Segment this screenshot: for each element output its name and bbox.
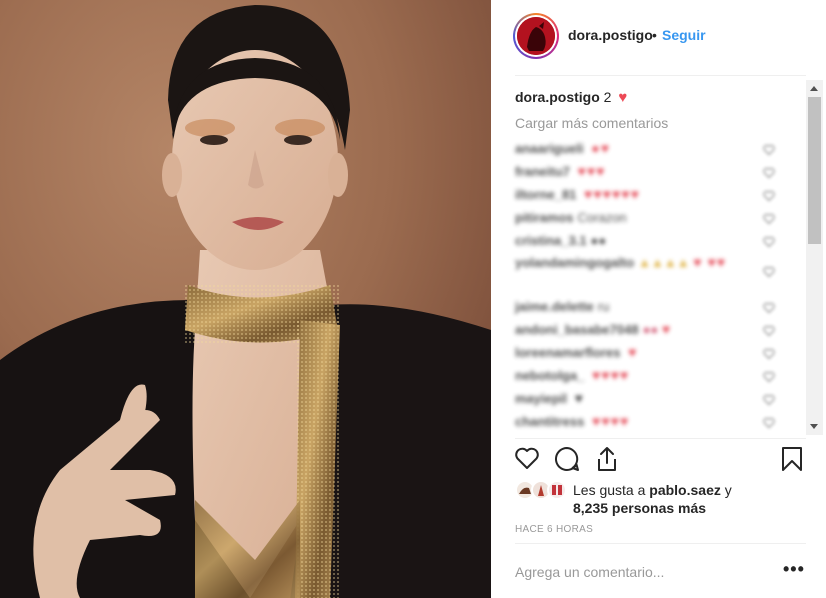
caption-username[interactable]: dora.postigo bbox=[515, 89, 600, 105]
scrollbar-thumb[interactable] bbox=[808, 97, 821, 244]
action-bar bbox=[491, 440, 826, 478]
liker-avatars[interactable] bbox=[515, 480, 571, 500]
comments-scrollbar[interactable] bbox=[806, 80, 823, 435]
comment-like-icon[interactable] bbox=[763, 236, 775, 247]
comment-like-icon[interactable] bbox=[763, 213, 775, 224]
comment-username[interactable]: mayiepil bbox=[515, 391, 567, 406]
comment-item: nebotolga_ ♥♥♥♥ bbox=[515, 364, 785, 387]
liker-username[interactable]: pablo.saez bbox=[649, 482, 721, 498]
comment-text: ●● bbox=[642, 322, 659, 337]
comment-emoji: ♥ bbox=[628, 344, 638, 360]
comment-like-icon[interactable] bbox=[763, 144, 775, 155]
comment-emoji: ♥ ♥♥ bbox=[693, 254, 727, 270]
load-more-comments-button[interactable]: Cargar más comentarios bbox=[515, 115, 668, 131]
comment-item: pitiramos Corazon bbox=[515, 206, 785, 229]
comment-username[interactable]: cristina_3.1 bbox=[515, 233, 587, 248]
comment-item: jaime.delette ru bbox=[515, 295, 785, 318]
comment-username[interactable]: nebotolga_ bbox=[515, 368, 584, 383]
post-photo[interactable] bbox=[0, 0, 491, 598]
comment-list: anaarigueli ●♥ franeitu7 ♥♥♥ iltorne_81 … bbox=[515, 137, 785, 433]
heart-emoji-icon: ♥ bbox=[618, 89, 628, 106]
comment-text: ●● bbox=[590, 233, 607, 248]
post-header: dora.postigo • Seguir bbox=[491, 0, 826, 76]
comment-emoji: ♥♥♥♥ bbox=[592, 413, 630, 429]
comment-like-icon[interactable] bbox=[763, 167, 775, 178]
comment-like-icon[interactable] bbox=[763, 417, 775, 428]
post-timestamp[interactable]: HACE 6 HORAS bbox=[515, 524, 593, 535]
comment-like-icon[interactable] bbox=[763, 394, 775, 405]
comment-text: ▲▲▲▲ bbox=[638, 255, 690, 270]
speech-bubble-icon[interactable] bbox=[554, 446, 580, 472]
comment-username[interactable]: franeitu7 bbox=[515, 164, 570, 179]
heart-outline-icon[interactable] bbox=[514, 446, 540, 470]
author-avatar[interactable] bbox=[513, 13, 559, 59]
comment-username[interactable]: chantitress bbox=[515, 414, 584, 429]
likes-prefix: Les gusta a bbox=[573, 482, 646, 498]
comment-like-icon[interactable] bbox=[763, 266, 775, 277]
comment-username[interactable]: anaarigueli bbox=[515, 141, 584, 156]
likes-and: y bbox=[724, 482, 732, 498]
comment-item: anaarigueli ●♥ bbox=[515, 137, 785, 160]
comment-text: ru bbox=[597, 299, 610, 314]
post-caption: dora.postigo 2 ♥ bbox=[515, 89, 627, 106]
comment-username[interactable]: andoni_basabe7048 bbox=[515, 322, 639, 337]
portrait-image bbox=[0, 0, 491, 598]
comment-username[interactable]: jaime.delette bbox=[515, 299, 594, 314]
comment-item: mayiepil ♥ bbox=[515, 387, 785, 410]
comment-emoji: ♥♥♥ bbox=[577, 163, 606, 179]
avatar bbox=[547, 480, 567, 500]
comments-section: dora.postigo 2 ♥ Cargar más comentarios … bbox=[491, 76, 826, 438]
comment-like-icon[interactable] bbox=[763, 325, 775, 336]
divider bbox=[515, 438, 806, 439]
scroll-down-arrow-icon[interactable] bbox=[810, 424, 818, 429]
caption-text: 2 bbox=[603, 89, 612, 105]
likes-count[interactable]: 8,235 personas más bbox=[515, 499, 732, 517]
comment-like-icon[interactable] bbox=[763, 348, 775, 359]
comment-item: loreenamarflores ♥ bbox=[515, 341, 785, 364]
comment-like-icon[interactable] bbox=[763, 371, 775, 382]
post-side-panel: dora.postigo • Seguir dora.postigo 2 ♥ C… bbox=[491, 0, 826, 598]
comment-text: Corazon bbox=[577, 210, 627, 225]
comment-emoji: ♥ bbox=[661, 321, 672, 337]
bookmark-icon[interactable] bbox=[781, 446, 803, 472]
comment-item: yolandamingogalto ▲▲▲▲ ♥ ♥♥ bbox=[515, 252, 785, 295]
comment-emoji: ♥ bbox=[574, 390, 584, 406]
separator-dot: • bbox=[652, 27, 657, 43]
more-options-button[interactable]: ••• bbox=[783, 560, 805, 578]
comment-emoji: ♥♥♥♥ bbox=[591, 367, 630, 383]
comment-like-icon[interactable] bbox=[763, 302, 775, 313]
scroll-up-arrow-icon[interactable] bbox=[810, 86, 818, 91]
comment-username[interactable]: iltorne_81 bbox=[515, 187, 576, 202]
comment-item: cristina_3.1 ●● bbox=[515, 229, 785, 252]
comment-username[interactable]: pitiramos bbox=[515, 210, 574, 225]
comment-emoji: ●♥ bbox=[591, 140, 611, 156]
share-arrow-icon[interactable] bbox=[595, 446, 619, 472]
comment-item: franeitu7 ♥♥♥ bbox=[515, 160, 785, 183]
likes-summary: Les gusta a pablo.saez y 8,235 personas … bbox=[515, 480, 815, 520]
divider bbox=[515, 543, 806, 544]
comment-item: iltorne_81 ♥♥♥♥♥♥ bbox=[515, 183, 785, 206]
likes-text: Les gusta a pablo.saez y 8,235 personas … bbox=[573, 481, 732, 517]
follow-button[interactable]: Seguir bbox=[662, 27, 706, 43]
comment-username[interactable]: loreenamarflores bbox=[515, 345, 621, 360]
comment-username[interactable]: yolandamingogalto bbox=[515, 255, 634, 270]
comment-item: chantitress ♥♥♥♥ bbox=[515, 410, 785, 433]
author-username[interactable]: dora.postigo bbox=[568, 27, 653, 43]
comment-like-icon[interactable] bbox=[763, 190, 775, 201]
comment-emoji: ♥♥♥♥♥♥ bbox=[584, 186, 640, 202]
add-comment-input[interactable] bbox=[515, 561, 765, 583]
comment-item: andoni_basabe7048 ●● ♥ bbox=[515, 318, 785, 341]
avatar-image bbox=[517, 17, 555, 55]
